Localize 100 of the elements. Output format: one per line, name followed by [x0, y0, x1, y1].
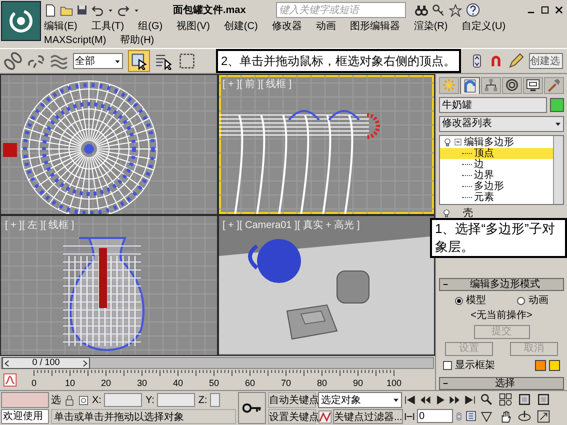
rectangle-selection-icon[interactable]: [178, 52, 196, 70]
key-icon[interactable]: [432, 4, 445, 16]
z-coordinate-field[interactable]: [210, 393, 220, 407]
zoom-all-icon[interactable]: [499, 392, 512, 406]
wave-icon[interactable]: [50, 52, 68, 70]
mini-curve-editor-icon[interactable]: [3, 373, 17, 387]
modifier-stack-item[interactable]: 多边形: [440, 180, 553, 192]
pencil-icon[interactable]: [508, 53, 524, 69]
previous-frame-icon[interactable]: [419, 394, 431, 406]
selection-filter-dropdown[interactable]: 全部: [73, 53, 123, 69]
menu-item[interactable]: 编辑(E): [44, 20, 78, 34]
menu-item[interactable]: 动画: [316, 20, 336, 34]
orbit-icon[interactable]: [518, 410, 531, 424]
panel-tab[interactable]: [502, 77, 522, 94]
spinner-icon[interactable]: [470, 53, 484, 69]
pan-hand-icon[interactable]: [499, 410, 512, 424]
set-key-button[interactable]: [238, 392, 266, 424]
caret-icon[interactable]: [107, 6, 114, 14]
key-filters-button[interactable]: 关键点过滤器...: [333, 409, 404, 424]
undo-icon[interactable]: [91, 4, 104, 16]
absolute-mode-icon[interactable]: [78, 394, 89, 406]
collapse-icon[interactable]: [442, 380, 449, 387]
select-by-name-icon[interactable]: [155, 52, 173, 70]
save-icon[interactable]: [76, 4, 88, 16]
cage-color-swatch[interactable]: [535, 360, 546, 371]
app-logo-icon[interactable]: [1, 1, 41, 41]
modifier-list-dropdown[interactable]: 修改器列表: [439, 116, 564, 132]
close-icon[interactable]: [554, 5, 564, 15]
restore-icon[interactable]: [540, 5, 550, 15]
search-field[interactable]: 键入关键字或短语: [276, 2, 406, 18]
object-color-swatch[interactable]: [550, 98, 564, 112]
zoom-extents-icon[interactable]: [518, 392, 531, 406]
star-icon[interactable]: [449, 4, 462, 16]
modify-icon[interactable]: [463, 78, 477, 93]
y-coordinate-field[interactable]: [157, 393, 196, 407]
motion-icon[interactable]: [505, 78, 519, 92]
menu-item[interactable]: 创建(C): [224, 20, 258, 34]
collapse-icon[interactable]: [454, 138, 462, 146]
key-mode-icon[interactable]: [404, 410, 415, 422]
binoculars-icon[interactable]: [415, 4, 428, 16]
light-bulb-icon[interactable]: [443, 138, 452, 147]
next-frame-icon[interactable]: [449, 394, 461, 406]
modifier-stack-item[interactable]: 元素: [440, 192, 553, 203]
named-selection-field[interactable]: 创建选: [529, 53, 563, 69]
modifier-stack-item[interactable]: 编辑多边形: [440, 136, 553, 148]
go-to-end-icon[interactable]: [464, 394, 476, 406]
time-slider-thumb[interactable]: 0 / 100: [2, 357, 90, 369]
rollout-header[interactable]: 选择: [439, 377, 564, 390]
monitor-icon[interactable]: [526, 78, 540, 92]
panel-tab[interactable]: [460, 77, 480, 94]
play-icon[interactable]: [434, 394, 446, 406]
link-icon[interactable]: [4, 52, 22, 70]
current-frame-field[interactable]: 0: [417, 409, 453, 423]
modifier-stack-item[interactable]: 边: [440, 158, 553, 170]
set-key-mode-button[interactable]: 设置关键点: [268, 409, 316, 424]
viewport[interactable]: [ + ][ Camera01 ][ 真实 + 高光 ]: [218, 216, 434, 355]
menu-item[interactable]: 渲染(R): [414, 20, 448, 34]
menu-item[interactable]: 修改器: [272, 20, 302, 34]
panel-tab[interactable]: [523, 77, 543, 94]
hammer-icon[interactable]: [547, 78, 561, 92]
x-coordinate-field[interactable]: [104, 393, 142, 407]
hierarchy-icon[interactable]: [484, 78, 498, 92]
auto-key-button[interactable]: 自动关键点: [268, 392, 316, 408]
zoom-icon[interactable]: [480, 392, 493, 406]
key-tangent-icon[interactable]: [318, 410, 332, 424]
maxscript-listener-field[interactable]: [1, 392, 49, 408]
help-icon[interactable]: [466, 3, 480, 17]
field-of-view-icon[interactable]: [480, 410, 493, 424]
checkbox[interactable]: [443, 361, 452, 370]
modifier-stack-item[interactable]: 边界: [440, 170, 553, 181]
zoom-extents-all-icon[interactable]: [537, 392, 550, 406]
viewport[interactable]: [1, 75, 216, 214]
cage-color-swatch[interactable]: [549, 360, 560, 371]
caret-icon[interactable]: [133, 6, 140, 14]
menu-item[interactable]: MAXScript(M): [44, 34, 106, 48]
welcome-field[interactable]: 欢迎使用: [1, 409, 49, 424]
maximize-toggle-icon[interactable]: [537, 410, 550, 424]
menu-item[interactable]: 图形编辑器: [350, 20, 400, 34]
time-configuration-icon[interactable]: [465, 410, 477, 422]
viewport-label[interactable]: [ + ][ Camera01 ][ 真实 + 高光 ]: [222, 218, 360, 233]
modifier-stack-item[interactable]: 顶点: [440, 148, 553, 159]
go-to-start-icon[interactable]: [404, 394, 416, 406]
menu-item[interactable]: 帮助(H): [120, 34, 154, 48]
new-file-icon[interactable]: [44, 4, 57, 16]
mode-radio[interactable]: 动画: [517, 293, 548, 308]
redo-icon[interactable]: [117, 4, 130, 16]
light-bulb-icon[interactable]: [442, 208, 451, 218]
key-mode-dropdown[interactable]: 选定对象: [318, 392, 402, 408]
modifier-stack-item[interactable]: 壳: [439, 208, 564, 219]
menu-item[interactable]: 视图(V): [176, 20, 210, 34]
collapse-icon[interactable]: [442, 281, 449, 288]
panel-tab[interactable]: [481, 77, 501, 94]
mode-radio[interactable]: 模型: [454, 293, 486, 308]
menu-item[interactable]: 自定义(U): [462, 20, 506, 34]
lock-icon[interactable]: [64, 394, 75, 406]
menu-item[interactable]: 工具(T): [91, 20, 124, 34]
rollout-header[interactable]: 编辑多边形模式: [439, 278, 564, 291]
object-name-field[interactable]: 牛奶罐: [439, 96, 547, 113]
magnet-icon[interactable]: [489, 54, 503, 68]
menu-item[interactable]: 组(G): [138, 20, 163, 34]
